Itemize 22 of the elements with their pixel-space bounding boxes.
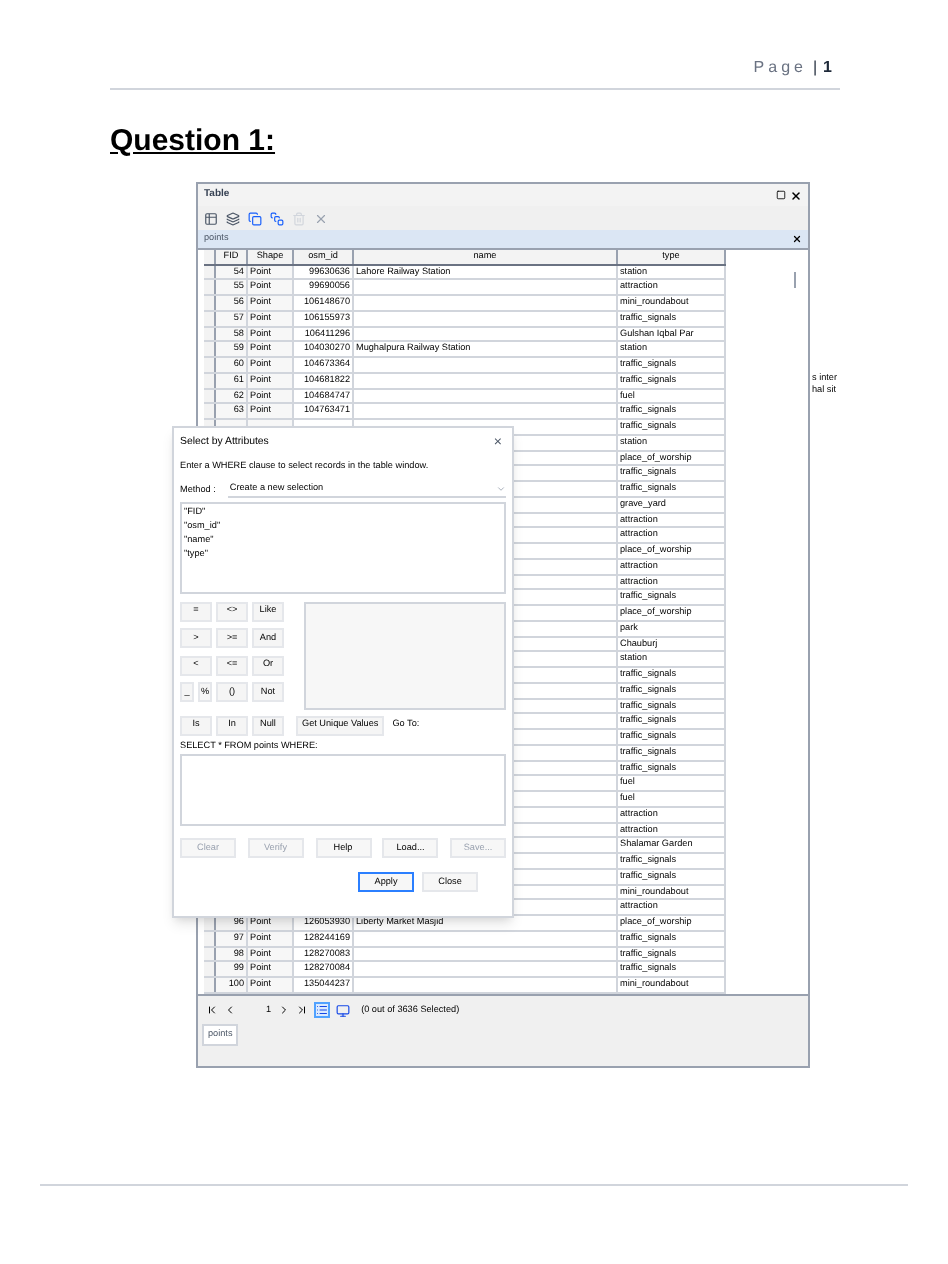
- page-label: Page: [753, 56, 807, 80]
- copy-icon[interactable]: [248, 211, 262, 225]
- page-separator: |: [812, 56, 818, 80]
- delete-icon[interactable]: [292, 211, 306, 225]
- question-title: Question 1:: [110, 124, 276, 158]
- last-record-icon[interactable]: [295, 1004, 308, 1016]
- table-options-icon[interactable]: [204, 211, 218, 225]
- query-text-area[interactable]: [180, 754, 506, 827]
- close-icon[interactable]: [792, 234, 802, 244]
- unique-values-list[interactable]: [304, 601, 506, 710]
- all-records-icon[interactable]: [313, 1002, 330, 1018]
- maximize-icon[interactable]: [776, 190, 786, 200]
- close-icon[interactable]: [790, 189, 802, 201]
- scrollbar-thumb[interactable]: [794, 272, 796, 288]
- layers-icon[interactable]: [226, 211, 240, 225]
- first-record-icon[interactable]: [206, 1004, 218, 1016]
- next-record-icon[interactable]: [277, 1004, 290, 1016]
- stack-icon[interactable]: [270, 211, 284, 225]
- previous-record-icon[interactable]: [224, 1004, 236, 1016]
- selected-records-icon[interactable]: [335, 1003, 350, 1017]
- page-number: 1: [823, 56, 832, 80]
- dropdown-caret-icon: [496, 484, 506, 495]
